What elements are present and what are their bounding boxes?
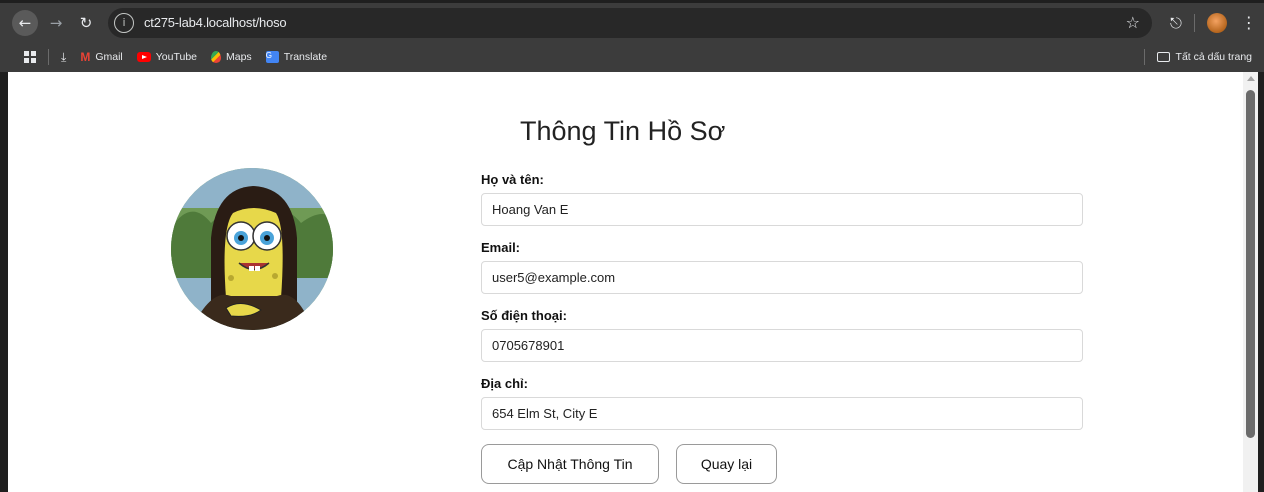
phone-field-group: Số điện thoại: 0705678901: [481, 308, 1085, 362]
bookmark-maps[interactable]: Maps: [211, 51, 252, 63]
profile-form: Họ và tên: Hoang Van E Email: user5@exam…: [481, 172, 1085, 484]
bookmarks-divider: [48, 49, 49, 65]
all-bookmarks[interactable]: Tất cả dấu trang: [1143, 49, 1252, 65]
name-label: Họ và tên:: [481, 172, 544, 187]
phone-input[interactable]: 0705678901: [481, 329, 1083, 362]
folder-icon: [1156, 52, 1170, 62]
email-label: Email:: [481, 240, 521, 255]
page-title: Thông Tin Hồ Sơ: [520, 116, 726, 146]
page-scrollbar[interactable]: [1243, 72, 1258, 492]
forward-icon[interactable]: →: [44, 11, 68, 35]
gmail-icon: M: [80, 50, 91, 64]
scrollbar-thumb[interactable]: [1246, 90, 1255, 438]
scroll-up-arrow-icon[interactable]: [1247, 76, 1255, 81]
all-bookmarks-label: Tất cả dấu trang: [1175, 51, 1252, 63]
browser-window: ← → ↻ i ct275-lab4.localhost/hoso ☆ ⎋ ⋮ …: [0, 0, 1264, 492]
bookmark-label: Maps: [226, 51, 252, 63]
window-frame: [1258, 72, 1264, 492]
address-input[interactable]: 654 Elm St, City E: [481, 397, 1083, 430]
site-info-icon[interactable]: i: [114, 12, 134, 33]
email-input[interactable]: user5@example.com: [481, 261, 1083, 294]
bookmark-label: YouTube: [155, 51, 197, 63]
bookmarks-divider: [1143, 49, 1145, 65]
bookmark-label: Translate: [283, 51, 328, 63]
toolbar-divider: [1193, 13, 1195, 32]
page-content: Thông Tin Hồ Sơ Họ và tên: Hoang Van E E…: [8, 72, 1243, 492]
name-input[interactable]: Hoang Van E: [481, 193, 1083, 226]
bookmark-label: Gmail: [95, 51, 123, 63]
address-field-group: Địa chỉ: 654 Elm St, City E: [481, 376, 1085, 430]
download-icon[interactable]: ⤓: [61, 50, 66, 65]
bookmark-gmail[interactable]: M Gmail: [80, 50, 122, 64]
profile-avatar-icon[interactable]: [1206, 12, 1227, 33]
menu-icon[interactable]: ⋮: [1241, 13, 1257, 32]
name-field-group: Họ và tên: Hoang Van E: [481, 172, 1085, 226]
profile-avatar-image: [171, 168, 333, 330]
extensions-icon[interactable]: ⎋: [1170, 14, 1182, 32]
bookmark-translate[interactable]: G Translate: [265, 51, 328, 63]
reload-icon[interactable]: ↻: [74, 11, 98, 35]
back-icon[interactable]: ←: [12, 9, 38, 36]
youtube-icon: [136, 52, 151, 62]
url-text[interactable]: ct275-lab4.localhost/hoso: [144, 15, 287, 30]
bookmark-star-icon[interactable]: ☆: [1126, 13, 1140, 32]
email-field-group: Email: user5@example.com: [481, 240, 1085, 294]
phone-label: Số điện thoại:: [481, 308, 567, 323]
bookmarks-bar: ⤓ M Gmail YouTube Maps G Translate Tất c…: [0, 42, 1264, 72]
back-button[interactable]: Quay lại: [676, 444, 777, 484]
translate-icon: G: [265, 51, 279, 63]
form-actions: Cập Nhật Thông Tin Quay lại: [481, 444, 1085, 484]
window-frame: [0, 72, 8, 492]
address-label: Địa chỉ:: [481, 376, 528, 391]
bookmark-youtube[interactable]: YouTube: [136, 51, 197, 63]
apps-grid-icon[interactable]: [24, 51, 36, 63]
update-info-button[interactable]: Cập Nhật Thông Tin: [481, 444, 659, 484]
address-bar[interactable]: i ct275-lab4.localhost/hoso ☆: [108, 7, 1152, 38]
maps-icon: [211, 51, 221, 63]
browser-toolbar: ← → ↻ i ct275-lab4.localhost/hoso ☆ ⎋ ⋮: [0, 3, 1264, 42]
